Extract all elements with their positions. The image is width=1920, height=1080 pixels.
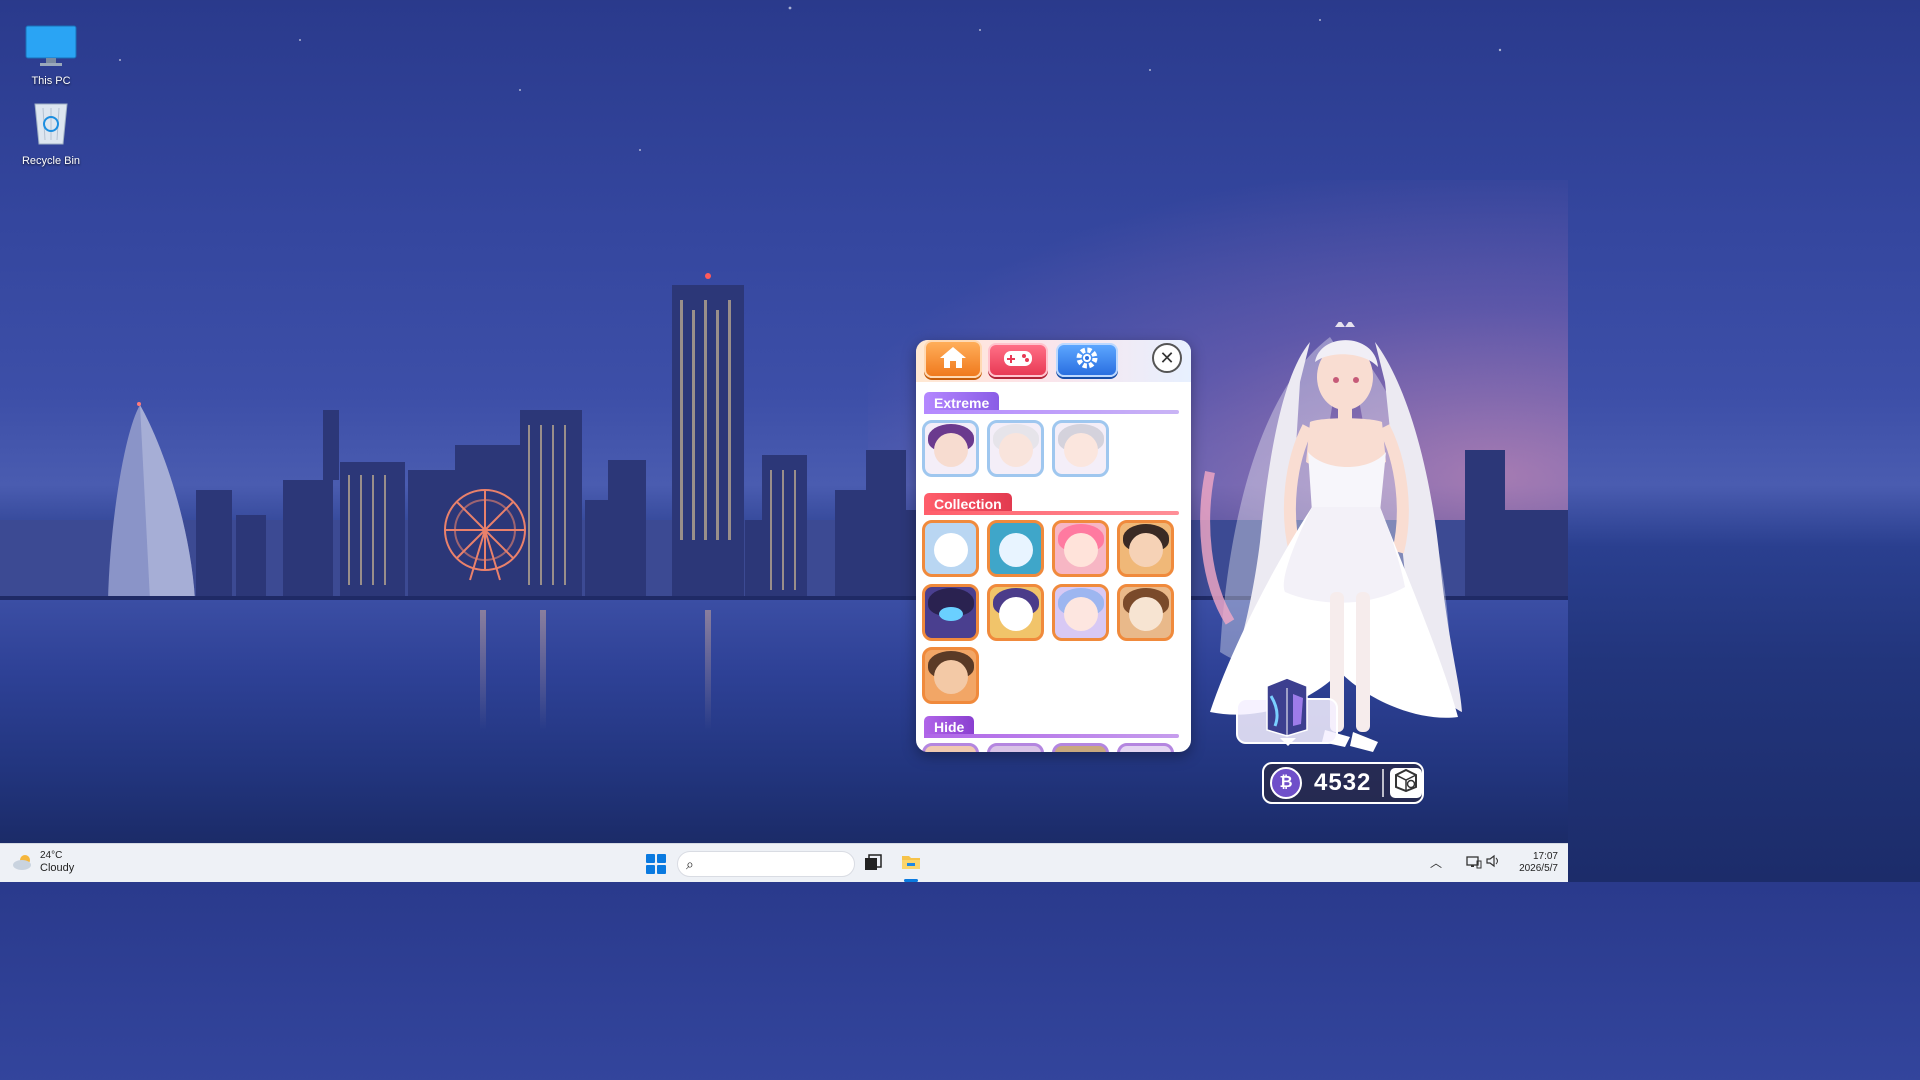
home-icon: [938, 344, 968, 375]
chevron-up-icon: ︿: [1430, 856, 1443, 870]
clock-date: 2026/5/7: [1519, 863, 1558, 874]
points-counter: ₿ 4532: [1262, 762, 1424, 804]
tray-overflow-button[interactable]: ︿: [1430, 854, 1442, 871]
recycle-bin-icon: [15, 98, 87, 151]
shop-box-button[interactable]: [1390, 768, 1422, 798]
speaker-icon: [1486, 854, 1498, 868]
cloud-sun-icon: [12, 854, 34, 870]
points-value: 4532: [1314, 769, 1372, 796]
active-app-indicator: [904, 879, 918, 882]
collection-tile[interactable]: [922, 520, 979, 577]
monitor-icon: [15, 24, 87, 71]
volume-button[interactable]: [1486, 854, 1500, 871]
network-icon: [1466, 856, 1482, 869]
weather-temperature: 24°C: [40, 850, 63, 861]
light-reflection: [480, 610, 486, 730]
desktop-icon-recycle-bin[interactable]: Recycle Bin: [15, 98, 87, 167]
desktop-icon-label: Recycle Bin: [21, 155, 81, 167]
folder-icon: [902, 856, 920, 869]
hidden-tile[interactable]: [1117, 743, 1174, 752]
collection-tile[interactable]: [987, 584, 1044, 641]
collection-tile[interactable]: [922, 647, 979, 704]
gear-icon: [1073, 344, 1101, 377]
task-view-button[interactable]: [864, 854, 882, 872]
section-divider: [924, 511, 1179, 515]
close-icon: ✕: [1159, 348, 1175, 368]
hidden-tile[interactable]: [1052, 743, 1109, 752]
section-divider: [924, 734, 1179, 738]
widget-tab-bar: ✕: [916, 340, 1191, 382]
collection-tile[interactable]: [1052, 520, 1109, 577]
character-tile[interactable]: [922, 420, 979, 477]
desktop-icon-this-pc[interactable]: This PC: [15, 24, 87, 87]
collection-tile[interactable]: [922, 584, 979, 641]
tab-settings[interactable]: [1056, 343, 1118, 377]
collection-tile[interactable]: [987, 520, 1044, 577]
desktop-icon-label: This PC: [31, 75, 71, 87]
system-clock[interactable]: 17:07 2026/5/7: [1508, 851, 1558, 875]
coin-icon: ₿: [1270, 767, 1302, 799]
blind-box-icon[interactable]: [1263, 676, 1311, 738]
network-button[interactable]: [1466, 855, 1482, 872]
collection-widget-panel: ✕ Extreme Collection Hide: [916, 340, 1191, 752]
close-button[interactable]: ✕: [1152, 343, 1182, 373]
tab-home[interactable]: [924, 340, 982, 378]
section-divider: [924, 410, 1179, 414]
character-tile[interactable]: [1052, 420, 1109, 477]
hidden-tile[interactable]: [922, 743, 979, 752]
file-explorer-button[interactable]: [901, 853, 921, 871]
collection-tile[interactable]: [1117, 520, 1174, 577]
light-reflection: [540, 610, 546, 730]
search-icon: ⌕: [686, 856, 694, 872]
character-tile[interactable]: [987, 420, 1044, 477]
taskbar: 24°C Cloudy ⌕ ︿ 17:07 2026/5/7: [0, 843, 1568, 882]
start-button[interactable]: [646, 854, 666, 874]
light-reflection: [705, 610, 711, 730]
points-divider: [1382, 769, 1384, 797]
clock-time: 17:07: [1532, 851, 1558, 862]
collection-tile[interactable]: [1117, 584, 1174, 641]
weather-condition: Cloudy: [40, 862, 75, 874]
task-view-icon: [865, 854, 882, 870]
gamepad-icon: [1002, 347, 1034, 374]
tab-games[interactable]: [988, 343, 1048, 377]
weather-widget[interactable]: 24°C Cloudy: [12, 850, 74, 874]
shop-box-icon: [1393, 768, 1419, 796]
hidden-tile[interactable]: [987, 743, 1044, 752]
desktop-mascot-character[interactable]: [1190, 322, 1470, 762]
windows-start-icon: [646, 854, 655, 863]
collection-tile[interactable]: [1052, 584, 1109, 641]
taskbar-search-box[interactable]: ⌕: [677, 851, 855, 877]
